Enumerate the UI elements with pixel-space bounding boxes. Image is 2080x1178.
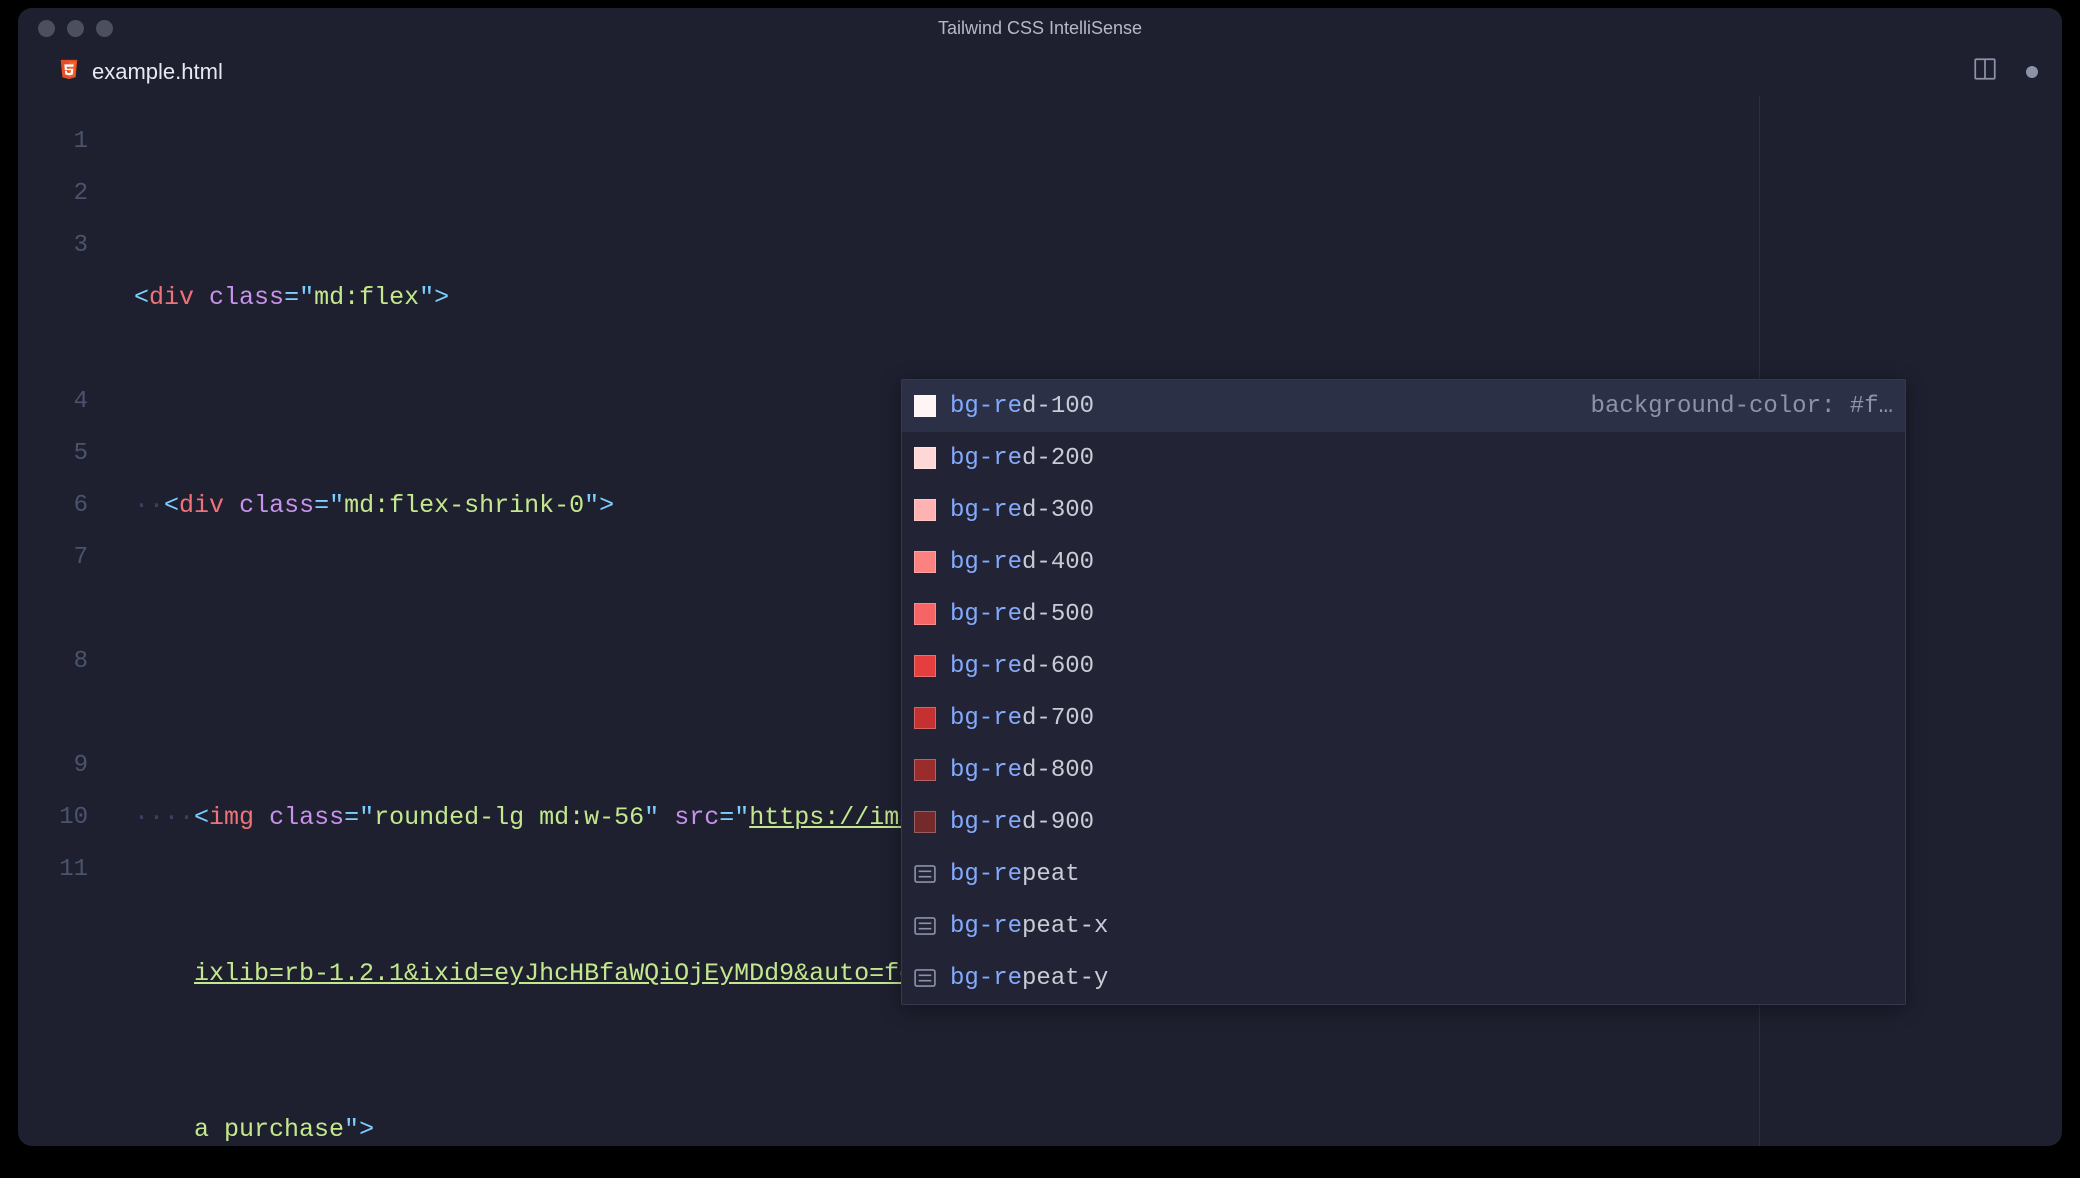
color-swatch-icon [914,759,936,781]
color-swatch-icon [914,551,936,573]
editor-window: Tailwind CSS IntelliSense example.html [18,8,2062,1146]
constant-kind-icon [914,915,936,937]
intellisense-item-label: bg-red-800 [950,757,1094,784]
intellisense-item-label: bg-red-900 [950,809,1094,836]
intellisense-item-detail: background-color: #f… [1591,393,1893,420]
line-number: 7 [18,532,88,636]
color-swatch-icon [914,603,936,625]
line-number: 6 [18,480,88,532]
intellisense-item[interactable]: bg-red-400 [902,536,1905,588]
intellisense-item[interactable]: bg-red-700 [902,692,1905,744]
intellisense-item[interactable]: bg-red-300 [902,484,1905,536]
intellisense-popup[interactable]: bg-red-100 background-color: #f… bg-red-20… [901,379,1906,1005]
line-number: 10 [18,792,88,844]
line-number: 3 [18,220,88,376]
split-editor-icon[interactable] [1972,56,1998,89]
intellisense-item-label: bg-repeat [950,861,1080,888]
line-number: 4 [18,376,88,428]
titlebar: Tailwind CSS IntelliSense [18,8,2062,48]
color-swatch-icon [914,655,936,677]
minimize-window-button[interactable] [67,20,84,37]
intellisense-item[interactable]: bg-repeat [902,848,1905,900]
intellisense-item[interactable]: bg-red-500 [902,588,1905,640]
intellisense-item-label: bg-repeat-y [950,965,1108,992]
tabbar: example.html [18,48,2062,96]
maximize-window-button[interactable] [96,20,113,37]
line-number: 1 [18,116,88,168]
color-swatch-icon [914,447,936,469]
line-number: 9 [18,740,88,792]
intellisense-item[interactable]: bg-repeat-x [902,900,1905,952]
intellisense-item-label: bg-red-300 [950,497,1094,524]
tab-example-html[interactable]: example.html [58,57,223,87]
line-number-gutter: 1 2 3 4 5 6 7 8 9 10 11 [18,96,134,1146]
line-number: 8 [18,636,88,740]
intellisense-item-label: bg-red-500 [950,601,1094,628]
intellisense-item[interactable]: bg-red-800 [902,744,1905,796]
intellisense-item[interactable]: bg-red-900 [902,796,1905,848]
intellisense-item-label: bg-red-200 [950,445,1094,472]
constant-kind-icon [914,863,936,885]
line-number: 2 [18,168,88,220]
intellisense-item-label: bg-red-400 [950,549,1094,576]
color-swatch-icon [914,499,936,521]
tab-modified-indicator-icon [2026,66,2038,78]
intellisense-item[interactable]: bg-red-600 [902,640,1905,692]
intellisense-item[interactable]: bg-repeat-y [902,952,1905,1004]
line-number: 11 [18,844,88,896]
intellisense-item-label: bg-red-600 [950,653,1094,680]
constant-kind-icon [914,967,936,989]
intellisense-item-label: bg-repeat-x [950,913,1108,940]
window-title: Tailwind CSS IntelliSense [18,18,2062,39]
close-window-button[interactable] [38,20,55,37]
color-swatch-icon [914,707,936,729]
intellisense-item[interactable]: bg-red-200 [902,432,1905,484]
color-swatch-icon [914,395,936,417]
intellisense-item[interactable]: bg-red-100 background-color: #f… [902,380,1905,432]
html-file-icon [58,57,80,87]
line-number: 5 [18,428,88,480]
code-line[interactable]: <div class="md:flex"> [134,272,2062,324]
tab-filename: example.html [92,59,223,85]
color-swatch-icon [914,811,936,833]
intellisense-item-label: bg-red-700 [950,705,1094,732]
intellisense-item-label: bg-red-100 [950,393,1094,420]
traffic-lights [18,20,113,37]
